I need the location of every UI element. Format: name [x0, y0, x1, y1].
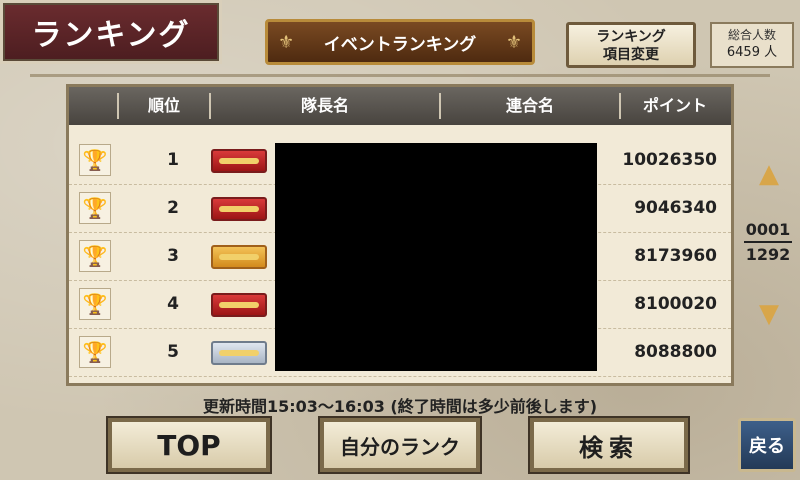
header-captain-name: 隊長名 [300, 96, 349, 115]
page-total: 1292 [745, 245, 791, 264]
points-cell: 9046340 [634, 198, 717, 218]
rank-badge-red [211, 149, 267, 173]
search-button[interactable]: 検索 [530, 418, 688, 472]
change-button-line2: 項目変更 [603, 47, 659, 63]
header-alliance-name: 連合名 [505, 96, 554, 115]
points-cell: 10026350 [622, 150, 717, 170]
rank-badge-gold [211, 245, 267, 269]
trophy-icon: 🏆 [79, 144, 111, 176]
header-points: ポイント [642, 96, 707, 115]
change-button-line1: ランキング [596, 29, 666, 45]
points-cell: 8088800 [634, 342, 717, 362]
page-current: 0001 [745, 220, 791, 239]
page-title-plate: ランキング [0, 0, 222, 64]
total-players-box: 総合人数 6459 人 [710, 22, 794, 68]
header-separator [209, 93, 211, 119]
event-ranking-banner: ⚜ イベントランキング ⚜ [265, 19, 535, 65]
header-separator [619, 93, 621, 119]
header-rank: 順位 [147, 96, 180, 115]
page-divider [744, 241, 792, 243]
fleur-icon: ⚜ [278, 31, 295, 53]
my-rank-button[interactable]: 自分のランク [320, 418, 480, 472]
redacted-names-block [275, 143, 597, 371]
page-indicator: 0001 1292 [740, 220, 796, 264]
table-header: 順位 隊長名 連合名 ポイント [69, 87, 731, 125]
rank-badge-red [211, 293, 267, 317]
fleur-icon: ⚜ [505, 31, 522, 53]
rank-cell: 3 [167, 246, 179, 266]
rank-cell: 2 [167, 198, 179, 218]
sword-icon [219, 302, 259, 308]
scroll-up-icon[interactable]: ▲ [752, 159, 786, 189]
trophy-icon: 🏆 [79, 336, 111, 368]
top-button[interactable]: TOP [108, 418, 270, 472]
scroll-down-icon[interactable]: ▼ [752, 299, 786, 329]
rank-badge-silver [211, 341, 267, 365]
sword-icon [219, 158, 259, 164]
rank-cell: 5 [167, 342, 179, 362]
divider [30, 74, 770, 77]
back-button[interactable]: 戻る [738, 418, 796, 472]
sword-icon [219, 350, 259, 356]
rank-cell: 4 [167, 294, 179, 314]
sword-icon [219, 206, 259, 212]
page-title: ランキング [31, 18, 191, 53]
points-cell: 8173960 [634, 246, 717, 266]
header-separator [439, 93, 441, 119]
total-label: 総合人数 [727, 28, 776, 42]
ranking-category-change-button[interactable]: ランキング 項目変更 [566, 22, 696, 68]
points-cell: 8100020 [634, 294, 717, 314]
sword-icon [219, 254, 259, 260]
rank-badge-red [211, 197, 267, 221]
rank-cell: 1 [167, 150, 179, 170]
total-value: 6459 人 [726, 45, 778, 60]
trophy-icon: 🏆 [79, 288, 111, 320]
header-separator [117, 93, 119, 119]
trophy-icon: 🏆 [79, 240, 111, 272]
trophy-icon: 🏆 [79, 192, 111, 224]
update-time-note: 更新時間15:03～16:03 (終了時間は多少前後します) [202, 397, 598, 416]
banner-label: イベントランキング [323, 34, 477, 55]
ranking-table: 順位 隊長名 連合名 ポイント 🏆 1 10026350 🏆 2 9046340… [66, 84, 734, 386]
